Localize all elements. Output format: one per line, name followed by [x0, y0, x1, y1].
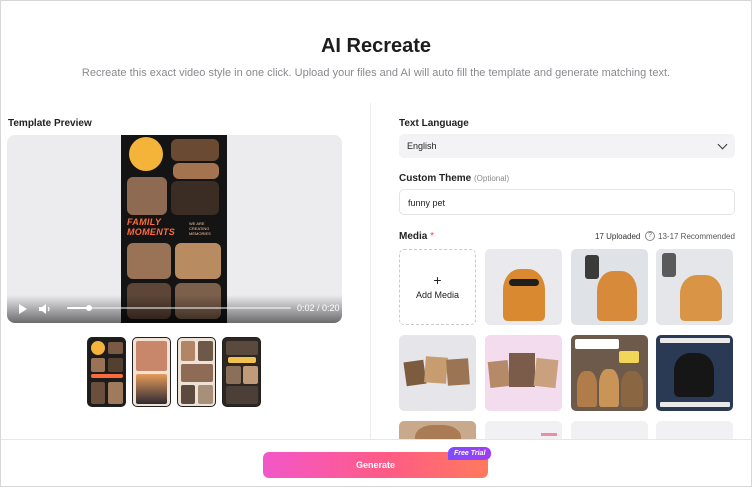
custom-theme-optional: (Optional)	[474, 174, 510, 183]
free-trial-badge: Free Trial	[448, 447, 492, 460]
media-label: Media *	[399, 231, 434, 242]
add-media-button[interactable]: + Add Media	[399, 249, 476, 325]
text-language-label: Text Language	[399, 118, 469, 129]
custom-theme-value: funny pet	[408, 198, 446, 208]
media-tile-cat-window[interactable]	[656, 249, 733, 325]
template-preview-player[interactable]: FAMILY MOMENTS WE ARE CREATING MEMORIES	[7, 135, 342, 323]
poster-photo	[171, 181, 219, 215]
uploaded-count: 17 Uploaded	[595, 232, 641, 241]
media-tile-black-cat[interactable]	[656, 335, 733, 411]
progress-bar[interactable]	[67, 305, 291, 311]
help-icon[interactable]: ?	[645, 231, 655, 241]
poster-photo	[171, 139, 219, 161]
poster-title-moments: MOMENTS	[127, 227, 176, 237]
chevron-down-icon	[717, 139, 728, 150]
page-title: AI Recreate	[320, 35, 432, 57]
player-controls	[7, 295, 342, 323]
media-label-text: Media	[399, 231, 428, 242]
template-preview-label: Template Preview	[8, 118, 92, 129]
media-tile-squad[interactable]	[571, 335, 648, 411]
text-language-select[interactable]: English	[399, 134, 735, 158]
add-media-label: Add Media	[415, 290, 460, 300]
template-thumbnail-sunset[interactable]	[132, 337, 171, 407]
playback-time: 0:02 / 0:20	[297, 303, 340, 313]
column-divider	[370, 103, 371, 439]
poster-photo	[175, 243, 221, 279]
poster-photo	[127, 177, 167, 215]
poster-caption: WE ARE CREATING MEMORIES	[189, 221, 211, 236]
plus-icon: +	[433, 272, 442, 288]
volume-icon[interactable]	[38, 303, 52, 315]
media-tile-cat-sunglasses[interactable]	[485, 249, 562, 325]
poster-photo	[127, 243, 171, 279]
custom-theme-input[interactable]: funny pet	[399, 189, 735, 215]
required-marker: *	[430, 231, 435, 242]
template-thumbnail-family-moments[interactable]	[87, 337, 126, 407]
text-language-value: English	[407, 141, 437, 151]
poster-title-family: FAMILY	[127, 217, 162, 227]
sun-graphic	[129, 137, 163, 171]
media-tile-cat-photos[interactable]	[399, 335, 476, 411]
media-tile-cat-phone[interactable]	[571, 249, 648, 325]
recommended-count: 13-17 Recommended	[658, 232, 735, 241]
custom-theme-label-text: Custom Theme	[399, 173, 472, 184]
app-frame: AI Recreate Recreate this exact video st…	[0, 0, 752, 487]
play-icon[interactable]	[19, 304, 27, 314]
page-subtitle: Recreate this exact video style in one c…	[81, 67, 671, 79]
template-thumbnail-daily-vlog[interactable]	[222, 337, 261, 407]
template-thumbnail-collage[interactable]	[177, 337, 216, 407]
poster-photo	[173, 163, 219, 179]
media-tile-cat-collage[interactable]	[485, 335, 562, 411]
custom-theme-label: Custom Theme (Optional)	[399, 173, 509, 184]
